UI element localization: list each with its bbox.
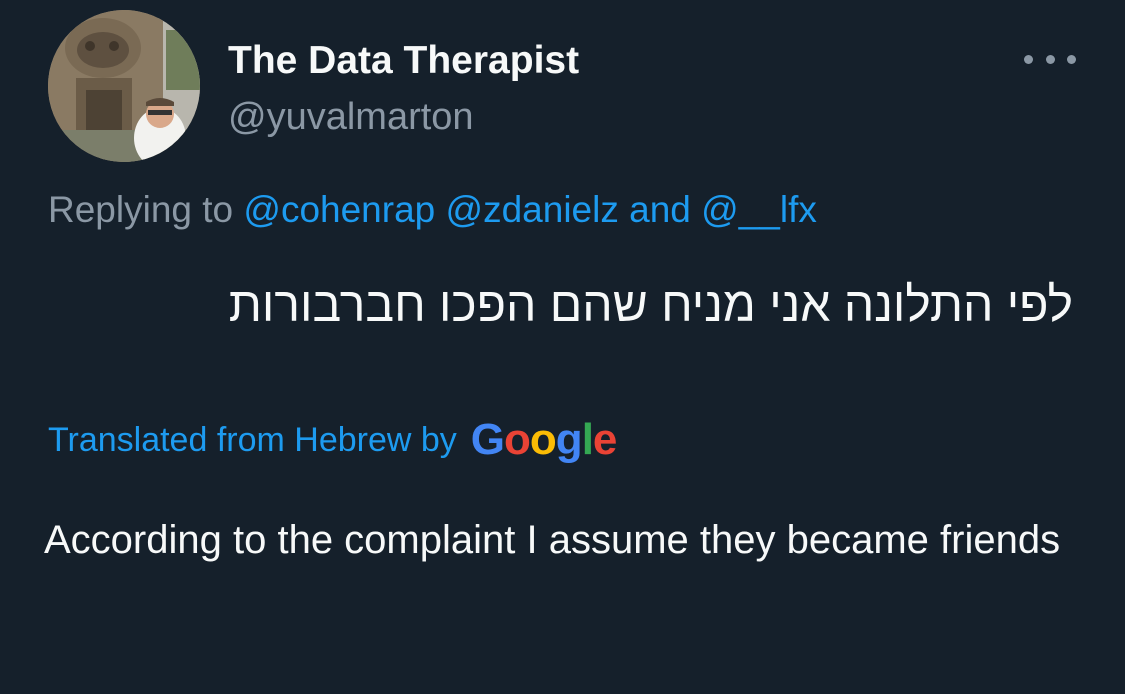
author-handle[interactable]: @yuvalmarton bbox=[228, 95, 474, 139]
translated-from-label[interactable]: Translated from Hebrew by bbox=[48, 421, 457, 460]
google-logo-letter: o bbox=[529, 415, 557, 464]
more-horizontal-icon-dot bbox=[1045, 54, 1055, 64]
tweet-translated-text: According to the complaint I assume they… bbox=[44, 518, 1061, 562]
mention-cohenrap[interactable]: @cohenrap bbox=[243, 189, 435, 230]
google-logo-letter: e bbox=[592, 415, 618, 464]
mention-lfx[interactable]: @__lfx bbox=[701, 189, 817, 230]
avatar-photo bbox=[48, 10, 200, 162]
translation-attribution: Translated from Hebrew by Google bbox=[48, 412, 618, 468]
more-horizontal-icon-dot bbox=[1067, 54, 1076, 64]
replying-to-line: Replying to @cohenrap @zdanielz and @__l… bbox=[48, 187, 817, 233]
google-logo-letter: G bbox=[470, 415, 505, 464]
tweet-original-text: לפי התלונה אני מניח שהם הפכו חברבורות bbox=[228, 279, 1073, 332]
author-display-name[interactable]: The Data Therapist bbox=[228, 38, 579, 84]
mention-zdanielz[interactable]: @zdanielz bbox=[446, 189, 619, 230]
replying-connector[interactable]: and bbox=[619, 189, 701, 230]
author-avatar[interactable] bbox=[48, 10, 200, 162]
replying-to-label: Replying to bbox=[48, 189, 244, 230]
google-logo: Google bbox=[470, 412, 618, 468]
more-options-button[interactable] bbox=[1024, 44, 1076, 74]
more-horizontal-icon bbox=[1024, 54, 1033, 64]
google-logo-letter: g bbox=[555, 415, 583, 464]
google-logo-letter: l bbox=[581, 415, 594, 464]
google-logo-letter: o bbox=[504, 415, 531, 464]
